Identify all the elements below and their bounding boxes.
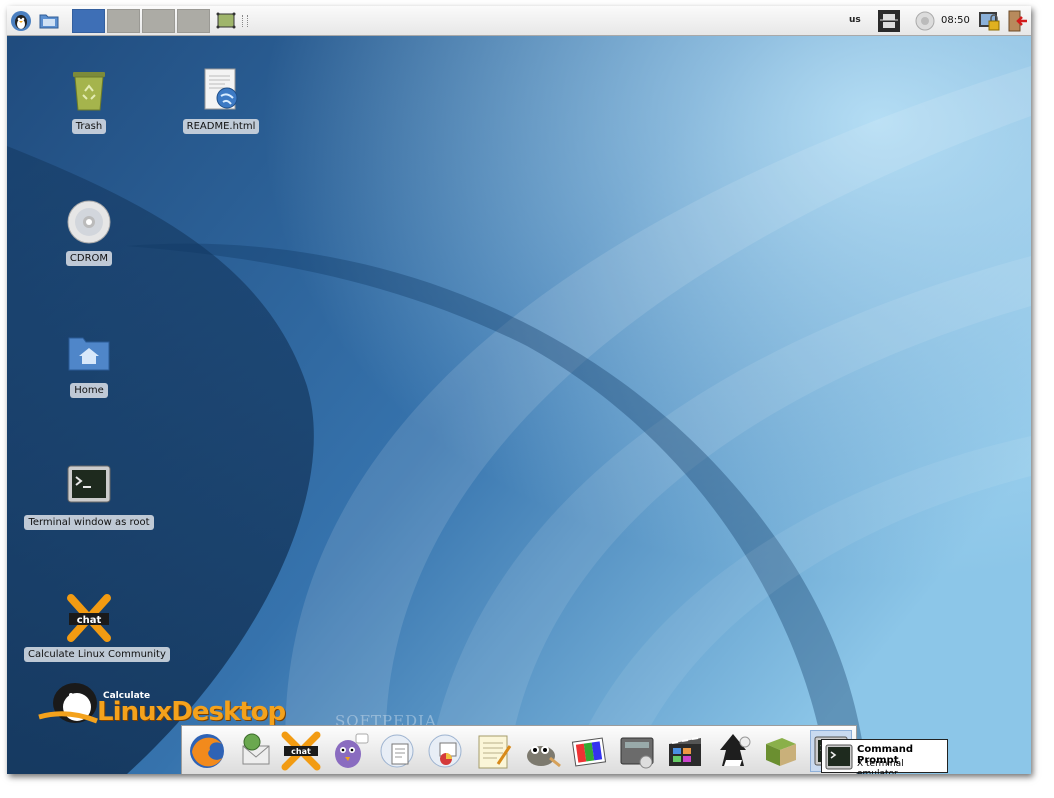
- workspace-1[interactable]: [72, 9, 105, 33]
- pidgin-icon: [335, 733, 369, 768]
- terminal-icon: [825, 744, 853, 770]
- workspace-4[interactable]: [177, 9, 210, 33]
- network-button[interactable]: [877, 9, 901, 33]
- xchat-icon: chat: [281, 731, 321, 771]
- top-panel: us 08:50: [7, 6, 1031, 36]
- desktop-icon: [216, 12, 236, 29]
- panel-handle[interactable]: [242, 15, 248, 27]
- speaker-icon: [915, 11, 935, 31]
- lock-screen-button[interactable]: [977, 9, 1001, 33]
- home-folder-icon: [68, 337, 110, 371]
- dock-books[interactable]: [760, 730, 802, 772]
- dock-pidgin[interactable]: [328, 730, 370, 772]
- dock-office-writer[interactable]: [376, 730, 418, 772]
- xchat-icon: chat: [67, 594, 111, 642]
- svg-text:chat: chat: [77, 615, 102, 626]
- workspace-3[interactable]: [142, 9, 175, 33]
- books-icon: [766, 738, 796, 766]
- dock-inkscape[interactable]: [712, 730, 754, 772]
- folder-icon: [39, 14, 59, 29]
- text-editor-icon: [478, 735, 512, 769]
- desktop-icon-label: Terminal window as root: [24, 515, 154, 530]
- desktop-icon-root-terminal[interactable]: Terminal window as root: [24, 462, 154, 530]
- terminal-icon: [67, 465, 111, 503]
- penguin-menu-icon: [11, 11, 31, 31]
- cdrom-icon: [67, 200, 111, 244]
- desktop-icon-home[interactable]: Home: [24, 330, 154, 398]
- desktop-icon-trash[interactable]: Trash: [24, 66, 154, 134]
- desktop-icon-community[interactable]: chat Calculate Linux Community: [24, 594, 170, 662]
- office-writer-icon: [380, 734, 414, 768]
- desktop-screen: us 08:50 Trash README.html CDROM Home Te…: [7, 6, 1031, 774]
- office-impress-icon: [428, 734, 462, 768]
- desktop-icon-label: Calculate Linux Community: [24, 647, 170, 662]
- logout-icon: [1008, 10, 1027, 32]
- clock[interactable]: 08:50: [941, 15, 970, 26]
- dock-mail[interactable]: [234, 730, 276, 772]
- dock-firefox[interactable]: [186, 730, 228, 772]
- logout-button[interactable]: [1005, 9, 1029, 33]
- scanner-icon: [620, 737, 654, 769]
- mail-icon: [242, 733, 270, 765]
- dock-tooltip: Command Prompt X terminal emulator: [821, 739, 948, 774]
- trash-icon: [73, 72, 105, 111]
- video-player-icon: [669, 737, 701, 766]
- firefox-icon: [190, 734, 224, 768]
- dock-xchat[interactable]: chat: [280, 730, 322, 772]
- desktop-icon-label: Home: [70, 383, 108, 398]
- dock-image-viewer[interactable]: [568, 730, 610, 772]
- desktop-icon-readme[interactable]: README.html: [156, 66, 286, 134]
- dock-video-player[interactable]: [664, 730, 706, 772]
- dock-scanner[interactable]: [616, 730, 658, 772]
- gimp-icon: [527, 746, 561, 768]
- inkscape-icon: [720, 734, 751, 766]
- desktop-icon-cdrom[interactable]: CDROM: [24, 198, 154, 266]
- dock-office-impress[interactable]: [424, 730, 466, 772]
- file-manager-button[interactable]: [37, 9, 61, 33]
- tooltip-subtitle: X terminal emulator: [857, 759, 904, 774]
- show-desktop-button[interactable]: [214, 9, 238, 33]
- network-icon: [878, 10, 900, 32]
- workspace-2[interactable]: [107, 9, 140, 33]
- desktop-icon-label: README.html: [182, 119, 260, 134]
- lock-icon: [979, 12, 1000, 31]
- html-document-icon: [204, 68, 238, 110]
- desktop-icon-label: Trash: [71, 119, 107, 134]
- logo-title: LinuxDesktop: [97, 697, 286, 727]
- svg-text:chat: chat: [291, 747, 311, 756]
- keyboard-layout-indicator[interactable]: us: [849, 15, 861, 25]
- dock-text-editor[interactable]: [472, 730, 514, 772]
- volume-button[interactable]: [913, 9, 937, 33]
- desktop-icon-label: CDROM: [65, 251, 113, 266]
- application-dock: chat: [181, 725, 857, 774]
- calculate-linux-logo: Calculate LinuxDesktop: [37, 671, 286, 731]
- image-viewer-icon: [571, 737, 607, 767]
- main-menu-button[interactable]: [9, 9, 33, 33]
- dock-gimp[interactable]: [520, 730, 562, 772]
